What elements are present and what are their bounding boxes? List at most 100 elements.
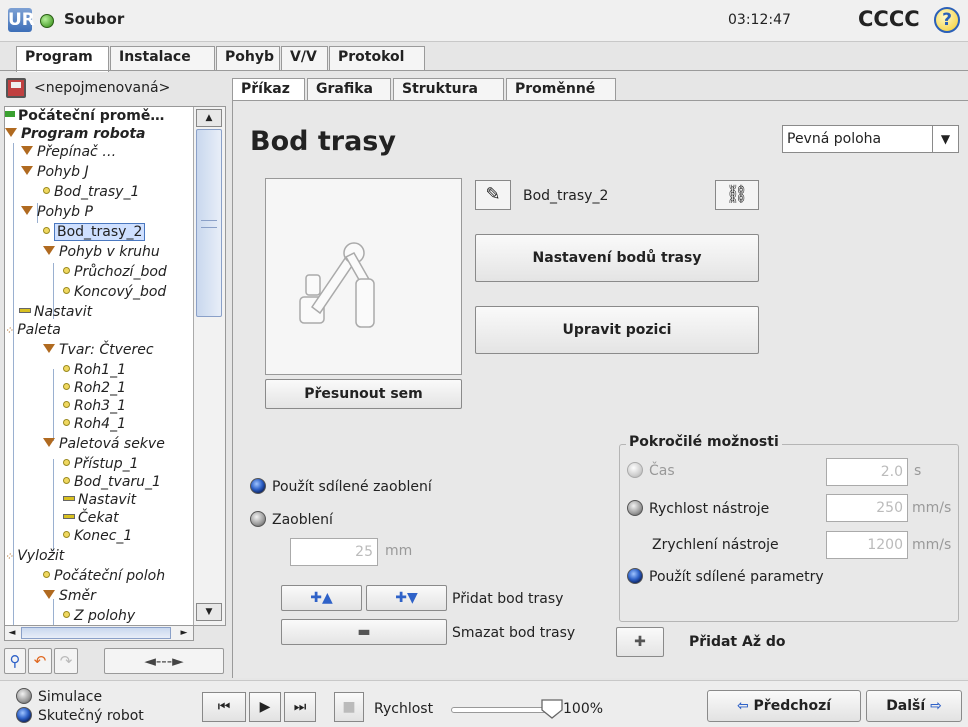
chevron-down-icon[interactable]: ▼ bbox=[932, 126, 958, 152]
tab-command[interactable]: Příkaz bbox=[232, 78, 305, 102]
tool-accel-label: Zrychlení nástroje bbox=[652, 537, 779, 553]
simulation-option[interactable]: Simulace bbox=[16, 688, 102, 705]
tree-node[interactable]: Počáteční promě… bbox=[5, 107, 164, 125]
next-button[interactable]: Další ⇨ bbox=[866, 690, 962, 722]
tree-node[interactable]: Pohyb J bbox=[21, 163, 89, 181]
undo-icon[interactable]: ↶ bbox=[28, 648, 52, 674]
tab-move[interactable]: Pohyb bbox=[216, 46, 280, 70]
link-icon[interactable]: ⛓ bbox=[715, 180, 759, 210]
scroll-right-icon[interactable]: ► bbox=[177, 626, 191, 640]
tree-node[interactable]: Program robota bbox=[5, 125, 146, 143]
tab-installation[interactable]: Instalace bbox=[110, 46, 215, 70]
tree-node[interactable]: Směr bbox=[43, 587, 96, 605]
skip-back-icon[interactable]: ⏮ bbox=[202, 692, 246, 722]
tab-structure[interactable]: Struktura bbox=[393, 78, 504, 100]
radio-selected-icon[interactable] bbox=[16, 707, 32, 723]
search-icon[interactable]: ⚲ bbox=[4, 648, 26, 674]
tree-node[interactable]: Přístup_1 bbox=[63, 455, 139, 473]
tree-node[interactable]: Roh1_1 bbox=[63, 361, 126, 379]
tree-node[interactable]: Bod_tvaru_1 bbox=[63, 473, 161, 491]
edit-pose-button[interactable]: Upravit pozici bbox=[475, 306, 759, 354]
shared-parameters-option[interactable]: Použít sdílené parametry bbox=[627, 568, 824, 585]
tool-speed-input[interactable]: 250 bbox=[826, 494, 908, 522]
time-input[interactable]: 2.0 bbox=[826, 458, 908, 486]
add-until-label: Přidat Až do bbox=[689, 634, 786, 650]
tab-variables[interactable]: Proměnné bbox=[506, 78, 616, 100]
scroll-thumb-horizontal[interactable] bbox=[21, 627, 171, 639]
tree-node[interactable]: Roh2_1 bbox=[63, 379, 126, 397]
scroll-down-icon[interactable]: ▼ bbox=[196, 603, 222, 621]
tree-vertical-scrollbar[interactable]: ▲ ▼ bbox=[193, 107, 225, 625]
radio-unselected-icon[interactable] bbox=[627, 500, 643, 516]
top-bar bbox=[0, 0, 968, 42]
tree-node[interactable]: Tvar: Čtverec bbox=[43, 341, 154, 359]
tree-node[interactable]: Roh3_1 bbox=[63, 397, 126, 415]
tree-node[interactable]: Počáteční poloh bbox=[43, 567, 165, 585]
tree-node[interactable]: Koncový_bod bbox=[63, 283, 166, 301]
tab-graphics[interactable]: Grafika bbox=[307, 78, 391, 100]
tree-node[interactable]: Konec_1 bbox=[63, 527, 132, 545]
arrow-left-icon: ⇦ bbox=[736, 698, 749, 714]
tree-horizontal-scrollbar[interactable]: ◄ ► bbox=[4, 625, 194, 641]
tree-node[interactable]: Pohyb P bbox=[21, 203, 93, 221]
tab-program[interactable]: Program bbox=[16, 46, 109, 72]
time-option[interactable]: Čas bbox=[627, 462, 675, 479]
page-title: Bod trasy bbox=[250, 126, 396, 157]
radio-selected-icon[interactable] bbox=[250, 478, 266, 494]
tree-node[interactable]: Nastavit bbox=[19, 303, 92, 321]
tool-speed-option[interactable]: Rychlost nástroje bbox=[627, 500, 769, 517]
tree-node[interactable]: Přepínač … bbox=[21, 143, 116, 161]
tree-node[interactable]: Bod_trasy_1 bbox=[43, 183, 139, 201]
scroll-thumb[interactable] bbox=[196, 129, 222, 317]
tree-node[interactable]: Čekat bbox=[63, 509, 119, 527]
clock: 03:12:47 bbox=[728, 12, 791, 28]
tree-node[interactable]: Nastavit bbox=[63, 491, 136, 509]
tree-node[interactable]: Z polohy bbox=[63, 607, 135, 625]
radio-unselected-icon[interactable] bbox=[250, 511, 266, 527]
real-robot-option[interactable]: Skutečný robot bbox=[16, 707, 144, 724]
tab-log[interactable]: Protokol bbox=[329, 46, 425, 70]
waypoint-mode-value: Pevná poloha bbox=[787, 131, 882, 147]
waypoint-setup-button[interactable]: Nastavení bodů trasy bbox=[475, 234, 759, 282]
speed-slider-handle[interactable] bbox=[540, 698, 564, 720]
redo-icon[interactable]: ↷ bbox=[54, 648, 78, 674]
radio-disabled-icon[interactable] bbox=[627, 462, 643, 478]
move-here-button[interactable]: Přesunout sem bbox=[265, 379, 462, 409]
tool-accel-unit: mm/s bbox=[912, 537, 952, 553]
tree-node[interactable]: ⁘ Paleta bbox=[5, 321, 61, 340]
ur-logo-icon: UR bbox=[8, 8, 35, 32]
add-waypoint-before-button[interactable]: ✚▲ bbox=[281, 585, 362, 611]
tree-node[interactable]: Roh4_1 bbox=[63, 415, 126, 433]
play-icon[interactable]: ▶ bbox=[249, 692, 281, 722]
tool-accel-input[interactable]: 1200 bbox=[826, 531, 908, 559]
radio-unselected-icon[interactable] bbox=[16, 688, 32, 704]
scroll-up-icon[interactable]: ▲ bbox=[196, 109, 222, 127]
program-name: <nepojmenovaná> bbox=[34, 80, 171, 96]
tree-node[interactable]: Pohyb v kruhu bbox=[43, 243, 160, 261]
save-icon[interactable] bbox=[6, 78, 26, 98]
tree-node[interactable]: Průchozí_bod bbox=[63, 263, 167, 281]
tab-io[interactable]: V/V bbox=[281, 46, 328, 70]
scroll-left-icon[interactable]: ◄ bbox=[5, 626, 19, 640]
delete-waypoint-button[interactable]: ▬ bbox=[281, 619, 447, 645]
blend-radius-input[interactable]: 25 bbox=[290, 538, 378, 566]
radio-selected-icon[interactable] bbox=[627, 568, 643, 584]
speed-value: 100% bbox=[563, 701, 604, 717]
file-menu[interactable]: Soubor bbox=[64, 10, 124, 28]
tree-node[interactable]: Paletová sekve bbox=[43, 435, 165, 453]
edit-name-icon[interactable]: ✎ bbox=[475, 180, 511, 210]
waypoint-mode-select[interactable]: Pevná poloha ▼ bbox=[782, 125, 959, 153]
stop-icon[interactable]: ■ bbox=[334, 692, 364, 722]
tab-divider bbox=[0, 70, 968, 71]
expand-panel-icon[interactable]: ◄---► bbox=[104, 648, 224, 674]
blend-radius-option[interactable]: Zaoblení bbox=[250, 511, 333, 528]
help-icon[interactable]: ? bbox=[934, 7, 960, 33]
tree-node[interactable]: ⁘ Vyložit bbox=[5, 547, 64, 566]
shared-blend-option[interactable]: Použít sdílené zaoblení bbox=[250, 478, 432, 495]
advanced-options-title: Pokročilé možnosti bbox=[626, 434, 782, 450]
previous-button[interactable]: ⇦ Předchozí bbox=[707, 690, 861, 722]
tree-node-selected[interactable]: Bod_trasy_2 bbox=[43, 223, 146, 241]
add-until-button[interactable]: ✚ bbox=[616, 627, 664, 657]
step-icon[interactable]: ⏭ bbox=[284, 692, 316, 722]
add-waypoint-after-button[interactable]: ✚▼ bbox=[366, 585, 447, 611]
